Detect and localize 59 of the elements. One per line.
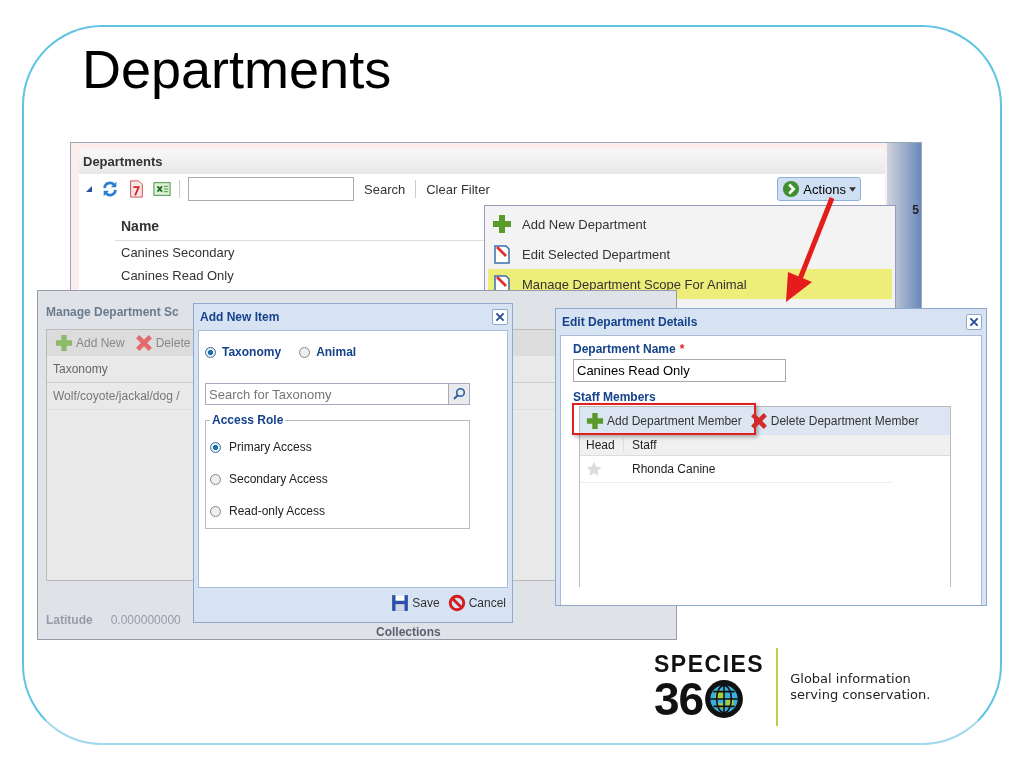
plus-icon <box>55 334 73 352</box>
clear-filter-button[interactable]: Clear Filter <box>424 181 492 197</box>
actions-button[interactable]: Actions <box>777 177 861 201</box>
logo-text: 36 <box>654 675 704 722</box>
close-button[interactable] <box>492 309 508 325</box>
plus-icon <box>586 412 604 430</box>
menu-item[interactable]: Edit Selected Department <box>488 239 892 269</box>
dialog-title: Edit Department Details <box>561 315 698 329</box>
search-field[interactable]: Search for Taxonomy <box>205 383 448 405</box>
column-header: Head <box>580 438 624 452</box>
delete-icon <box>749 412 768 430</box>
star-icon[interactable] <box>586 461 602 477</box>
search-icon[interactable] <box>448 383 470 405</box>
caret-icon <box>849 186 856 192</box>
window-title: Manage Department Sc <box>46 305 179 319</box>
slide-title: Departments <box>82 38 392 100</box>
side-label: 5 <box>912 203 919 217</box>
toolbar-button[interactable]: Delete Department Member <box>747 412 921 430</box>
table-cell[interactable]: Rhonda Canine <box>624 462 884 476</box>
radio-label: Taxonomy <box>222 345 282 359</box>
tagline: serving conservation. <box>790 687 931 703</box>
spreadsheet-icon[interactable] <box>153 180 171 198</box>
floppy-icon <box>391 594 410 612</box>
field-value: 0.000000000 <box>110 613 181 627</box>
close-button[interactable] <box>966 314 982 330</box>
cancel-icon <box>447 594 466 612</box>
radio-label: Primary Access <box>229 440 312 454</box>
name-field[interactable]: Canines Read Only <box>573 359 786 382</box>
column-header: Staff <box>631 438 658 452</box>
panel-title: Departments <box>79 149 885 174</box>
delete-icon <box>134 334 153 352</box>
tagline: Global information <box>790 671 912 687</box>
section-label: Staff Members <box>573 390 657 404</box>
section-title: Collections <box>376 625 441 639</box>
radio-label: Secondary Access <box>229 472 328 486</box>
required-mark: * <box>679 342 685 356</box>
radio-button[interactable] <box>210 473 221 485</box>
save-button[interactable]: Save <box>389 594 442 612</box>
radio-button[interactable] <box>210 505 221 517</box>
logo-text: SPECIES <box>654 652 765 676</box>
field-label: Department Name <box>573 342 676 356</box>
radio-button[interactable] <box>210 441 221 453</box>
radio-button[interactable] <box>299 346 311 358</box>
edit-icon <box>492 244 512 264</box>
dialog-title: Add New Item <box>199 310 280 324</box>
globe-icon <box>703 677 746 720</box>
radio-button[interactable] <box>205 346 216 358</box>
plus-icon <box>492 214 512 234</box>
chevron-icon <box>782 180 801 198</box>
radio-label: Animal <box>316 345 357 359</box>
collapse-icon[interactable] <box>85 185 93 193</box>
search-field[interactable] <box>188 177 354 201</box>
field-label: Latitude <box>46 613 93 627</box>
group-title: Access Role <box>211 413 285 427</box>
toolbar-button[interactable]: Add Department Member <box>584 412 744 430</box>
refresh-icon[interactable] <box>101 180 119 198</box>
cancel-button[interactable]: Cancel <box>445 594 508 612</box>
radio-label: Read-only Access <box>229 504 326 518</box>
search-button[interactable]: Search <box>362 181 408 197</box>
